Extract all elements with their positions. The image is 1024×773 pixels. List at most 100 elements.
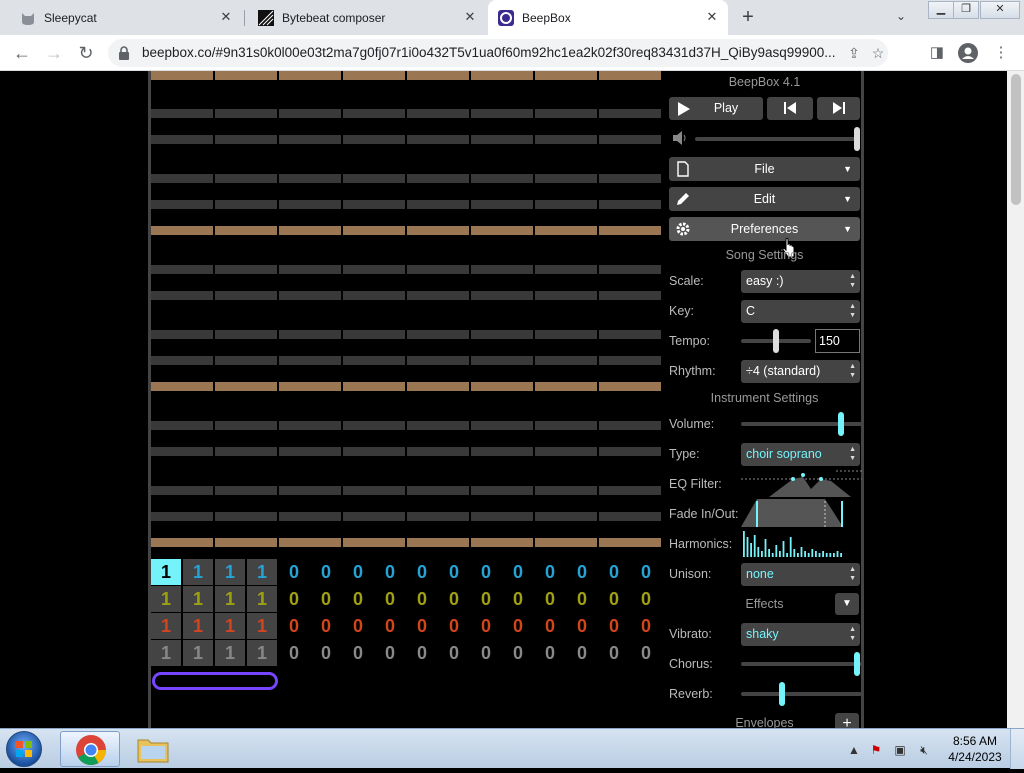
grid-cell[interactable]	[151, 226, 213, 235]
grid-cell[interactable]	[471, 291, 533, 300]
grid-cell[interactable]	[599, 71, 661, 80]
grid-cell[interactable]	[279, 447, 341, 456]
grid-cell[interactable]	[151, 109, 213, 118]
pattern-cell[interactable]: 0	[343, 640, 373, 666]
tempo-thumb[interactable]	[773, 329, 779, 353]
pattern-cell[interactable]: 0	[631, 559, 661, 585]
harmonic-bar[interactable]	[833, 553, 835, 557]
grid-cell[interactable]	[471, 486, 533, 495]
grid-cell[interactable]	[279, 174, 341, 183]
harmonics-editor[interactable]	[741, 529, 862, 557]
pattern-cell[interactable]: 0	[503, 586, 533, 612]
pattern-cell[interactable]: 0	[439, 586, 469, 612]
loop-selector[interactable]	[152, 672, 278, 690]
pattern-cell[interactable]: 0	[439, 613, 469, 639]
grid-cell[interactable]	[279, 135, 341, 144]
grid-cell[interactable]	[343, 265, 405, 274]
harmonic-bar[interactable]	[815, 551, 817, 557]
grid-cell[interactable]	[407, 226, 469, 235]
grid-cell[interactable]	[215, 200, 277, 209]
pattern-cell[interactable]: 0	[279, 613, 309, 639]
pattern-cell[interactable]: 1	[151, 586, 181, 612]
grid-cell[interactable]	[151, 512, 213, 521]
harmonic-bar[interactable]	[811, 549, 814, 557]
grid-cell[interactable]	[535, 447, 597, 456]
harmonic-bar[interactable]	[804, 551, 806, 557]
grid-cell[interactable]	[343, 291, 405, 300]
chorus-slider[interactable]	[741, 662, 862, 666]
track-row[interactable]: 1111000000000000	[151, 613, 663, 643]
pattern-cell[interactable]: 1	[247, 586, 277, 612]
close-icon[interactable]: ✕	[462, 9, 478, 25]
harmonic-bar[interactable]	[825, 553, 828, 557]
pattern-cell[interactable]: 0	[279, 559, 309, 585]
grid-cell[interactable]	[151, 382, 213, 391]
pattern-cell[interactable]: 0	[311, 559, 341, 585]
url-text[interactable]: beepbox.co/#9n31s0k0l00e03t2ma7g0fj07r1i…	[142, 45, 847, 60]
pattern-cell[interactable]: 1	[247, 559, 277, 585]
grid-cell[interactable]	[407, 447, 469, 456]
pattern-cell[interactable]: 0	[375, 586, 405, 612]
harmonic-bar[interactable]	[771, 553, 774, 557]
pattern-cell[interactable]: 0	[439, 559, 469, 585]
grid-cell[interactable]	[343, 382, 405, 391]
harmonic-bar[interactable]	[746, 537, 749, 557]
grid-cell[interactable]	[279, 71, 341, 80]
grid-cell[interactable]	[215, 421, 277, 430]
harmonic-bar[interactable]	[753, 535, 756, 557]
track-row[interactable]: 1111000000000000	[151, 559, 663, 589]
harmonic-bar[interactable]	[822, 551, 824, 557]
grid-cell[interactable]	[535, 135, 597, 144]
grid-cell[interactable]	[599, 421, 661, 430]
lock-icon[interactable]	[118, 46, 130, 60]
rhythm-select[interactable]: ÷4 (standard) ▲ ▼	[741, 360, 860, 383]
grid-cell[interactable]	[343, 200, 405, 209]
pattern-cell[interactable]: 0	[407, 586, 437, 612]
grid-cell[interactable]	[535, 109, 597, 118]
harmonic-bar[interactable]	[768, 549, 770, 557]
grid-cell[interactable]	[471, 330, 533, 339]
pattern-cell[interactable]: 0	[471, 559, 501, 585]
harmonic-bar[interactable]	[782, 541, 785, 557]
grid-cell[interactable]	[151, 291, 213, 300]
grid-cell[interactable]	[279, 226, 341, 235]
grid-cell[interactable]	[535, 330, 597, 339]
harmonic-bar[interactable]	[750, 543, 752, 557]
grid-cell[interactable]	[407, 486, 469, 495]
pattern-cell[interactable]: 0	[407, 559, 437, 585]
grid-cell[interactable]	[471, 71, 533, 80]
harmonic-bar[interactable]	[757, 547, 760, 557]
grid-cell[interactable]	[535, 174, 597, 183]
side-panel-icon[interactable]: ◨	[926, 43, 948, 65]
grid-cell[interactable]	[535, 71, 597, 80]
grid-cell[interactable]	[535, 421, 597, 430]
pattern-cell[interactable]: 0	[567, 559, 597, 585]
taskbar-chrome[interactable]	[60, 731, 120, 767]
grid-cell[interactable]	[471, 109, 533, 118]
page-scrollbar[interactable]	[1007, 71, 1024, 728]
grid-cell[interactable]	[151, 135, 213, 144]
grid-cell[interactable]	[343, 330, 405, 339]
grid-cell[interactable]	[407, 174, 469, 183]
grid-cell[interactable]	[535, 291, 597, 300]
action-center-icon[interactable]: ⚑	[868, 743, 884, 759]
close-window-button[interactable]: ✕	[980, 1, 1020, 19]
volume-muted-icon[interactable]: 🔇︎	[916, 743, 932, 759]
grid-cell[interactable]	[471, 174, 533, 183]
grid-cell[interactable]	[215, 135, 277, 144]
pattern-cell[interactable]: 0	[471, 613, 501, 639]
track-row[interactable]: 1111000000000000	[151, 586, 663, 616]
grid-cell[interactable]	[215, 356, 277, 365]
grid-cell[interactable]	[407, 382, 469, 391]
edit-menu[interactable]: Edit ▼	[669, 187, 860, 211]
key-select[interactable]: C ▲ ▼	[741, 300, 860, 323]
pattern-cell[interactable]: 0	[631, 613, 661, 639]
grid-cell[interactable]	[343, 174, 405, 183]
harmonic-bar[interactable]	[743, 531, 745, 557]
reload-icon[interactable]: ↻	[74, 41, 98, 65]
previous-bar-button[interactable]	[767, 97, 813, 120]
harmonic-bar[interactable]	[764, 539, 767, 557]
bookmark-star-icon[interactable]: ☆	[868, 43, 888, 63]
grid-cell[interactable]	[343, 135, 405, 144]
start-button[interactable]	[6, 731, 42, 767]
